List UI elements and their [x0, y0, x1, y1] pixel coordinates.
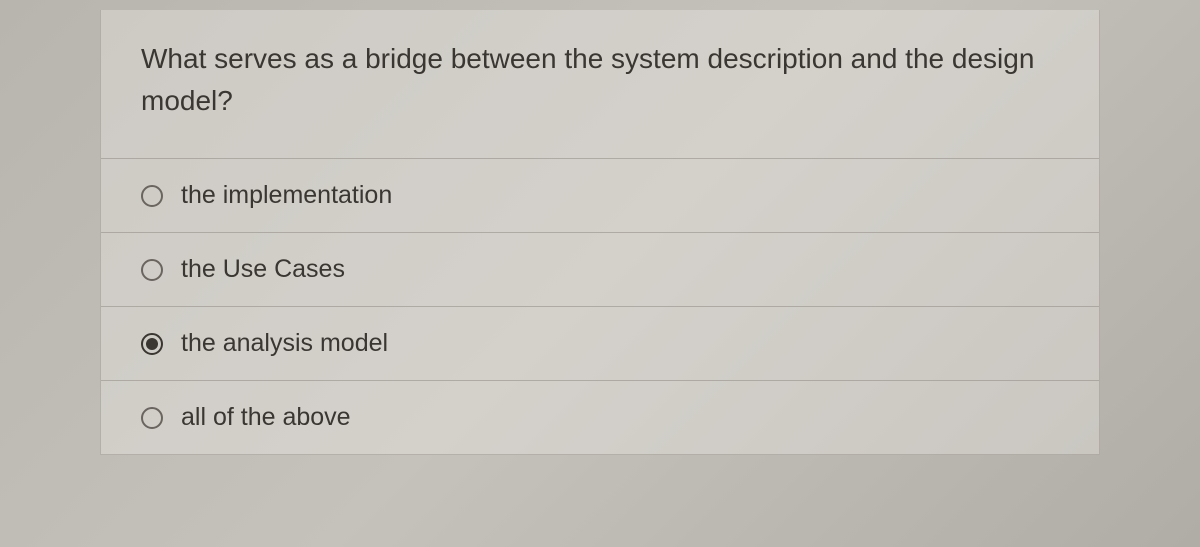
option-label: the analysis model [181, 329, 388, 358]
radio-dot-icon [146, 338, 158, 350]
option-row-1[interactable]: the Use Cases [101, 233, 1099, 307]
radio-icon [141, 185, 163, 207]
quiz-card: What serves as a bridge between the syst… [100, 10, 1100, 455]
option-row-2[interactable]: the analysis model [101, 307, 1099, 381]
option-label: the implementation [181, 181, 392, 210]
option-label: all of the above [181, 403, 351, 432]
radio-icon [141, 407, 163, 429]
option-row-3[interactable]: all of the above [101, 381, 1099, 454]
question-text: What serves as a bridge between the syst… [141, 38, 1059, 122]
option-row-0[interactable]: the implementation [101, 159, 1099, 233]
option-label: the Use Cases [181, 255, 345, 284]
question-section: What serves as a bridge between the syst… [101, 10, 1099, 158]
radio-icon [141, 333, 163, 355]
options-list: the implementation the Use Cases the ana… [101, 158, 1099, 454]
radio-icon [141, 259, 163, 281]
